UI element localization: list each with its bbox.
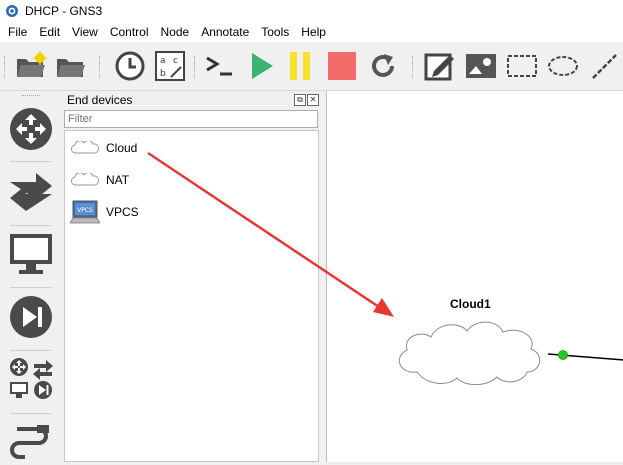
- routers-icon: [10, 108, 52, 150]
- list-item-nat[interactable]: NAT: [69, 166, 309, 194]
- suspend-icon: [290, 52, 310, 80]
- vpcs-icon: VPCS: [69, 200, 101, 224]
- cloud-icon: [398, 321, 541, 386]
- snapshot-button[interactable]: [113, 49, 147, 83]
- browse-security-devices-button[interactable]: [7, 293, 55, 341]
- open-project-icon: [57, 59, 85, 77]
- menu-bar: File Edit View Control Node Annotate Too…: [0, 22, 623, 42]
- main-toolbar: a c b: [0, 42, 623, 91]
- list-item-cloud[interactable]: Cloud: [69, 134, 309, 162]
- switches-icon: [10, 173, 52, 211]
- draw-ellipse-icon: [548, 56, 578, 76]
- cloud1-node[interactable]: [398, 321, 541, 386]
- end-devices-dock: End devices ⧉ ✕ Cloud NAT: [62, 91, 323, 462]
- close-icon: ✕: [309, 95, 317, 104]
- svg-text:c: c: [173, 56, 178, 66]
- add-note-button[interactable]: [423, 49, 457, 83]
- stop-icon: [328, 52, 356, 80]
- topology-canvas[interactable]: Cloud1: [326, 91, 623, 462]
- reload-icon: [372, 54, 394, 77]
- device-label: NAT: [106, 173, 130, 187]
- separator: [10, 287, 52, 288]
- draw-rectangle-button[interactable]: [505, 49, 539, 83]
- menu-annotate[interactable]: Annotate: [195, 22, 255, 42]
- browse-all-devices-button[interactable]: [7, 355, 55, 403]
- console-button[interactable]: [203, 49, 237, 83]
- security-devices-icon: [10, 296, 52, 338]
- add-note-icon: [424, 53, 454, 81]
- end-devices-icon: [10, 234, 52, 274]
- menu-view[interactable]: View: [66, 22, 104, 42]
- menu-edit[interactable]: Edit: [33, 22, 66, 42]
- add-link-button[interactable]: [7, 417, 55, 465]
- menu-file[interactable]: File: [0, 22, 33, 42]
- dock-close-button[interactable]: ✕: [307, 94, 319, 106]
- reload-all-button[interactable]: [366, 49, 400, 83]
- float-icon: ⧉: [297, 95, 303, 104]
- menu-help[interactable]: Help: [295, 22, 332, 42]
- vpcs-icon-badge: VPCS: [77, 207, 93, 214]
- insert-image-icon: [466, 54, 496, 78]
- gns3-logo-icon: [6, 5, 18, 17]
- start-all-button[interactable]: [245, 49, 279, 83]
- insert-image-button[interactable]: [464, 49, 498, 83]
- suspend-all-button[interactable]: [283, 49, 317, 83]
- device-label: VPCS: [106, 205, 139, 219]
- device-list: Cloud NAT VPCS VPCS: [64, 130, 319, 462]
- device-label: Cloud: [106, 141, 138, 155]
- device-type-toolbar: [0, 91, 63, 462]
- draw-ellipse-button[interactable]: [546, 49, 580, 83]
- stop-all-button[interactable]: [325, 49, 359, 83]
- draw-line-icon: [592, 54, 617, 79]
- cloud-icon: [69, 136, 101, 160]
- separator: [10, 350, 52, 351]
- open-project-button[interactable]: [54, 49, 88, 83]
- window-title: DHCP - GNS3: [25, 4, 103, 18]
- snapshot-icon: [115, 51, 145, 81]
- svg-text:b: b: [160, 69, 166, 79]
- list-item-vpcs[interactable]: VPCS VPCS: [69, 198, 309, 226]
- menu-node[interactable]: Node: [155, 22, 196, 42]
- toolbar-grip: [4, 56, 8, 78]
- all-devices-icon: [10, 358, 53, 399]
- toolbar-grip: [412, 56, 416, 78]
- console-icon: [206, 56, 232, 76]
- title-bar: DHCP - GNS3: [0, 0, 623, 22]
- start-icon: [252, 53, 273, 79]
- svg-text:a: a: [160, 56, 166, 66]
- browse-end-devices-button[interactable]: [7, 230, 55, 278]
- new-project-icon: [17, 51, 47, 77]
- toolbar-grip: [22, 95, 40, 98]
- menu-tools[interactable]: Tools: [255, 22, 295, 42]
- draw-rectangle-icon: [507, 55, 537, 77]
- toolbar-grip: [194, 56, 198, 78]
- canvas-drawing: [398, 321, 623, 386]
- separator: [10, 413, 52, 414]
- filter-input[interactable]: [64, 110, 318, 128]
- browse-routers-button[interactable]: [7, 105, 55, 153]
- draw-line-button[interactable]: [587, 49, 621, 83]
- device-labels-icon: a c b: [155, 51, 185, 81]
- browse-switches-button[interactable]: [7, 168, 55, 216]
- separator: [10, 161, 52, 162]
- new-project-button[interactable]: [14, 49, 48, 83]
- add-link-icon: [10, 425, 49, 459]
- cloud-icon: [69, 168, 101, 192]
- device-labels-button[interactable]: a c b: [153, 49, 187, 83]
- link-status-indicator: [558, 350, 568, 360]
- dock-title: End devices: [67, 93, 133, 107]
- dock-float-button[interactable]: ⧉: [294, 94, 306, 106]
- toolbar-grip: [99, 56, 103, 78]
- menu-control[interactable]: Control: [104, 22, 155, 42]
- separator: [10, 225, 52, 226]
